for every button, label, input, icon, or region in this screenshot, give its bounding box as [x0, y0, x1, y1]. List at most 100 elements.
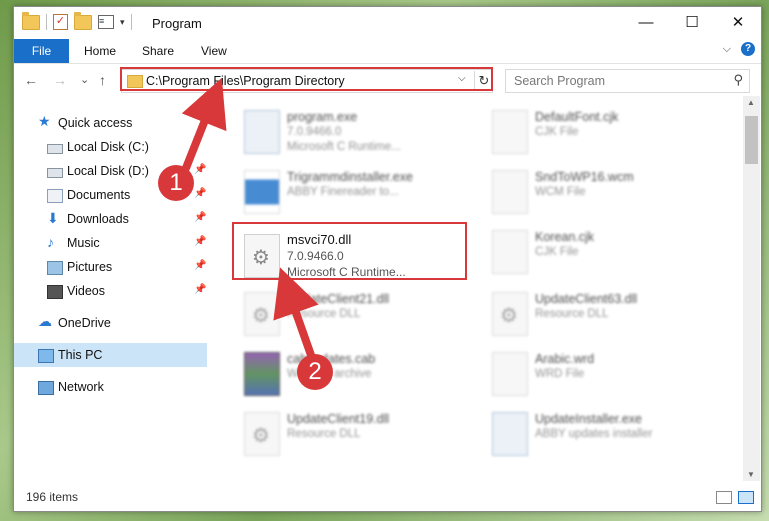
- maximize-button[interactable]: ☐: [669, 7, 715, 39]
- minimize-button[interactable]: —: [623, 7, 669, 39]
- file-name: DefaultFont.cjk: [535, 110, 619, 124]
- pin-icon[interactable]: 📌: [194, 236, 206, 247]
- large-icons-view-icon[interactable]: [738, 491, 754, 504]
- sidebar-item-videos[interactable]: Videos 📌: [14, 279, 207, 303]
- search-icon[interactable]: ⚲: [733, 72, 743, 88]
- folder-icon: [127, 75, 143, 88]
- sidebar-item-quick-access[interactable]: ★ Quick access: [14, 111, 207, 135]
- search-box[interactable]: Search Program ⚲: [505, 69, 750, 93]
- music-icon: ♪: [47, 234, 54, 250]
- file-item-msvci70-dll[interactable]: msvci70.dll 7.0.9466.0 Microsoft C Runti…: [234, 228, 464, 284]
- customize-toolbar-chevron-icon[interactable]: ▾: [120, 17, 125, 28]
- separator: [130, 14, 132, 30]
- sidebar-item-downloads[interactable]: ⬇ Downloads 📌: [14, 207, 207, 231]
- sidebar-item-pictures[interactable]: Pictures 📌: [14, 255, 207, 279]
- quick-access-toolbar: ✓ ≡ ▾: [22, 11, 132, 30]
- search-placeholder[interactable]: Search Program: [514, 74, 605, 88]
- back-arrow-icon[interactable]: ←: [24, 72, 38, 88]
- forward-arrow-icon[interactable]: →: [53, 72, 67, 88]
- exe-file-icon: [244, 110, 280, 154]
- file-item[interactable]: cabupdates.cab WinRAR archive: [234, 346, 464, 402]
- sidebar-item-label: Music: [67, 236, 100, 250]
- dll-gear-file-icon: [244, 234, 280, 278]
- sidebar-item-this-pc[interactable]: This PC: [14, 343, 207, 367]
- sidebar-item-music[interactable]: ♪ Music 📌: [14, 231, 207, 255]
- tab-share[interactable]: Share: [142, 39, 174, 63]
- pin-icon[interactable]: 📌: [194, 188, 206, 199]
- help-icon[interactable]: ?: [741, 42, 755, 56]
- file-name: Korean.cjk: [535, 230, 595, 244]
- tab-view[interactable]: View: [201, 39, 227, 63]
- blank-file-icon: [492, 352, 528, 396]
- address-dropdown-chevron-icon[interactable]: ⌵: [458, 73, 466, 84]
- blank-file-icon: [492, 170, 528, 214]
- file-item[interactable]: SndToWP16.wcm WCM File: [482, 164, 712, 220]
- blank-file-icon: [492, 230, 528, 274]
- archive-file-icon: [244, 352, 280, 396]
- file-item[interactable]: UpdateClient63.dll Resource DLL: [482, 286, 712, 342]
- pin-icon[interactable]: 📌: [194, 212, 206, 223]
- file-name: msvci70.dll: [287, 232, 352, 247]
- file-item[interactable]: UpdateInstaller.exe ABBY updates install…: [482, 406, 712, 462]
- pictures-icon: [47, 261, 63, 275]
- file-item[interactable]: DefaultFont.cjk CJK File: [482, 104, 712, 160]
- file-type: Resource DLL: [287, 308, 361, 320]
- file-version: 7.0.9466.0: [287, 249, 344, 263]
- file-type: WRD File: [535, 368, 585, 380]
- address-path[interactable]: C:\Program Files\Program Directory: [146, 74, 345, 88]
- sidebar-item-label: This PC: [58, 348, 103, 362]
- file-description: ABBY Finereader to...: [287, 186, 399, 198]
- file-type: Resource DLL: [287, 428, 361, 440]
- file-item[interactable]: Trigrammdinstaller.exe ABBY Finereader t…: [234, 164, 464, 220]
- details-view-icon[interactable]: [716, 491, 732, 504]
- sidebar-item-label: Downloads: [67, 212, 129, 226]
- file-name: UpdateClient19.dll: [287, 412, 390, 426]
- pin-icon[interactable]: 📌: [194, 284, 206, 295]
- refresh-icon[interactable]: ↻: [474, 71, 493, 91]
- file-name: Arabic.wrd: [535, 352, 595, 366]
- sidebar-item-onedrive[interactable]: ☁ OneDrive: [14, 311, 207, 335]
- file-item[interactable]: program.exe 7.0.9466.0 Microsoft C Runti…: [234, 104, 464, 160]
- sidebar-item-network[interactable]: Network: [14, 375, 207, 399]
- scrollbar-thumb[interactable]: [745, 116, 758, 164]
- recent-locations-chevron-icon[interactable]: ⌄: [80, 73, 89, 86]
- file-item[interactable]: Arabic.wrd WRD File: [482, 346, 712, 402]
- pin-icon[interactable]: 📌: [194, 260, 206, 271]
- file-description: Microsoft C Runtime...: [287, 141, 401, 153]
- sidebar-item-local-disk-c[interactable]: Local Disk (C:): [14, 135, 207, 159]
- file-version: 7.0.9466.0: [287, 126, 342, 138]
- title-bar: ✓ ≡ ▾ Program — ☐ ✕: [14, 7, 761, 39]
- tab-home[interactable]: Home: [84, 39, 116, 63]
- file-type: CJK File: [535, 246, 579, 258]
- scroll-up-icon[interactable]: ▲: [747, 98, 755, 107]
- sidebar-item-label: Documents: [67, 188, 131, 202]
- file-name: UpdateClient21.dll: [287, 292, 390, 306]
- new-folder-icon[interactable]: [74, 11, 92, 30]
- navigation-pane: ★ Quick access Local Disk (C:) Local Dis…: [14, 96, 209, 481]
- file-description: Microsoft C Runtime...: [287, 265, 406, 279]
- blank-file-icon: [492, 110, 528, 154]
- ribbon-tabs: File Home Share View ⌵ ?: [14, 39, 761, 64]
- file-item[interactable]: Korean.cjk CJK File: [482, 224, 712, 280]
- scroll-down-icon[interactable]: ▼: [747, 470, 755, 479]
- file-name: program.exe: [287, 110, 358, 124]
- window-title: Program: [152, 16, 202, 31]
- qat-properties-icon[interactable]: ≡: [98, 15, 114, 29]
- file-item[interactable]: UpdateClient21.dll Resource DLL: [234, 286, 464, 342]
- expand-ribbon-chevron-icon[interactable]: ⌵: [723, 43, 731, 56]
- file-item[interactable]: UpdateClient19.dll Resource DLL: [234, 406, 464, 462]
- file-type: WCM File: [535, 186, 586, 198]
- explorer-window: ✓ ≡ ▾ Program — ☐ ✕ File Home Share View…: [13, 6, 762, 512]
- properties-check-icon[interactable]: ✓: [53, 14, 68, 30]
- tab-file[interactable]: File: [14, 39, 69, 63]
- exe-file-icon: [492, 412, 528, 456]
- pin-icon[interactable]: 📌: [194, 164, 206, 175]
- disk-icon: [47, 168, 63, 178]
- dll-gear-file-icon: [244, 412, 280, 456]
- vertical-scrollbar[interactable]: ▲ ▼: [743, 96, 760, 481]
- address-bar[interactable]: C:\Program Files\Program Directory ⌵ ↻: [121, 69, 493, 93]
- network-icon: [38, 381, 54, 395]
- up-arrow-icon[interactable]: ↑: [99, 72, 106, 88]
- file-description: ABBY updates installer: [535, 428, 653, 440]
- close-button[interactable]: ✕: [715, 7, 761, 39]
